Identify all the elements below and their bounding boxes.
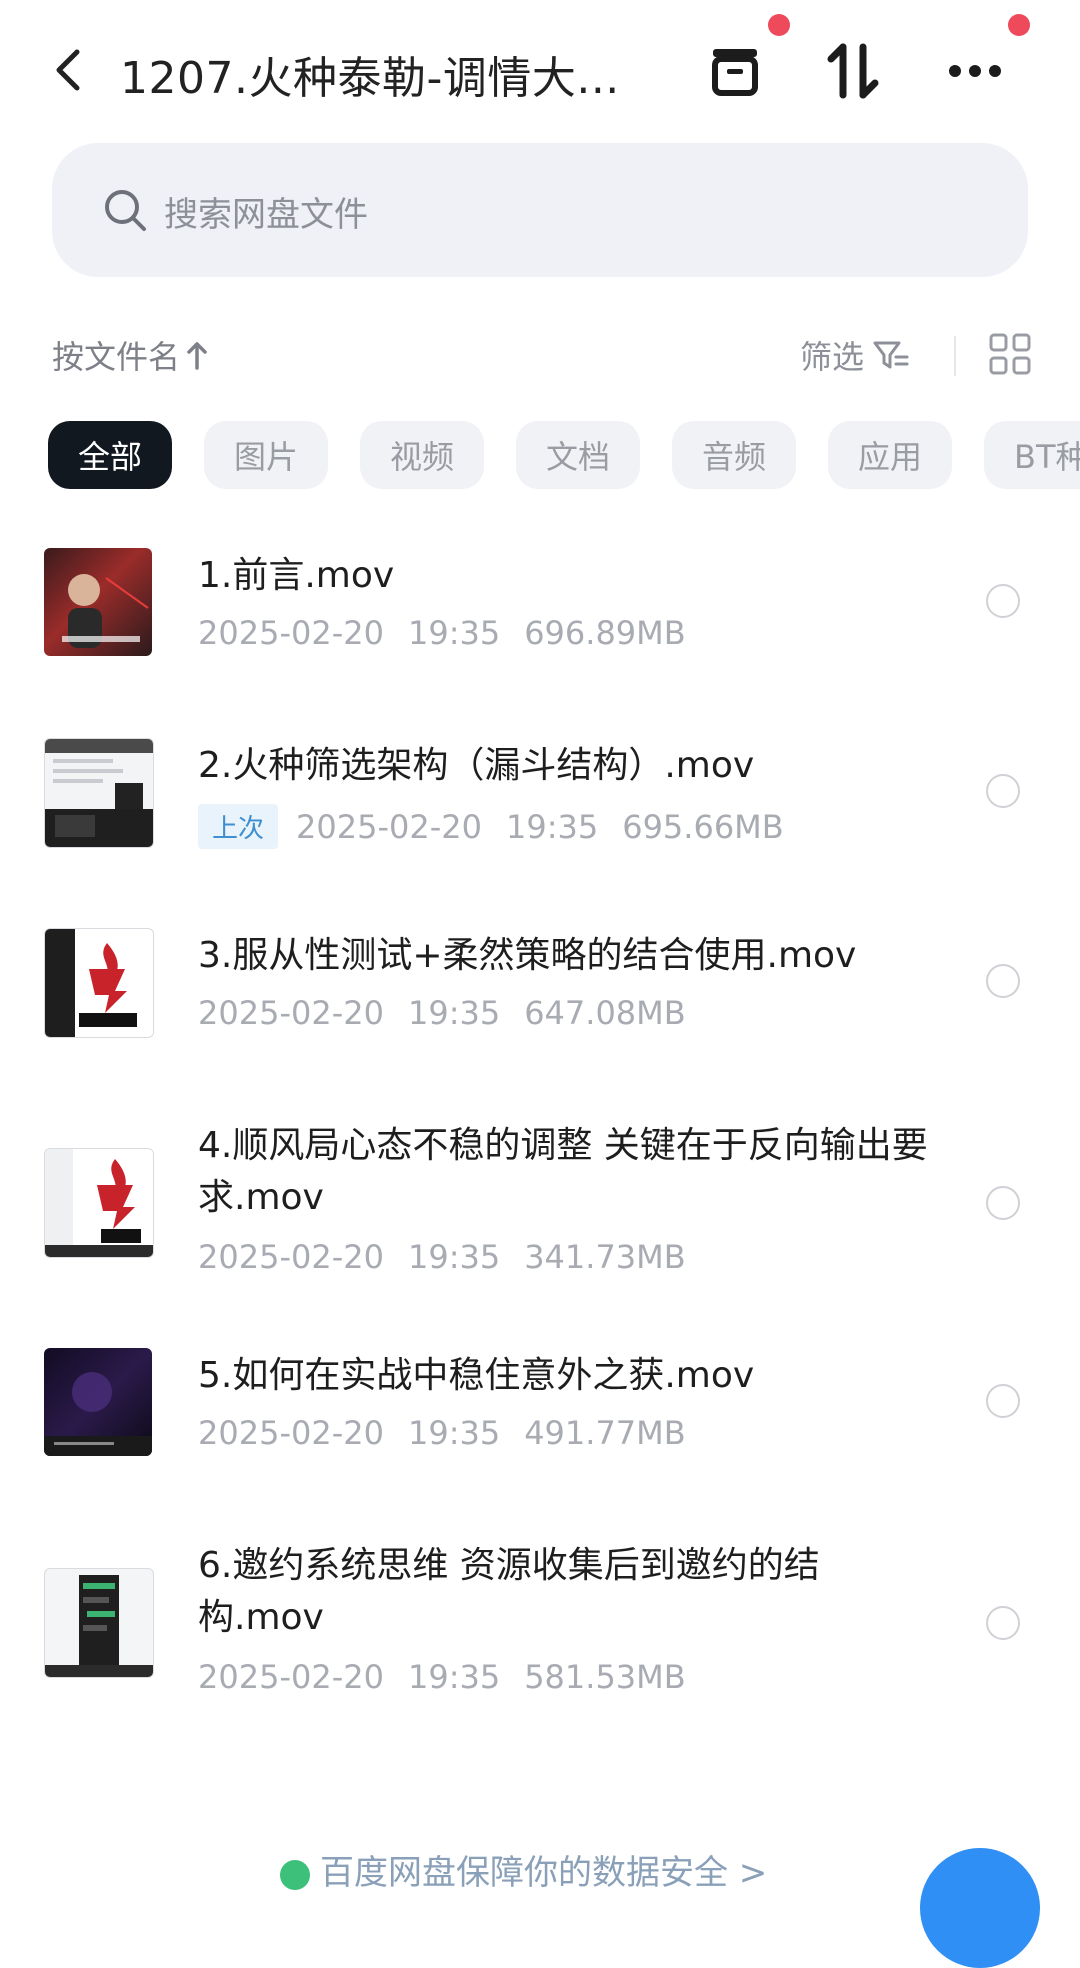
filter-icon bbox=[873, 341, 909, 369]
file-date: 2025-02-20 bbox=[198, 614, 384, 652]
security-banner-text: 百度网盘保障你的数据安全 > bbox=[320, 1853, 768, 1893]
tab-documents[interactable]: 文档 bbox=[516, 421, 640, 489]
video-thumbnail bbox=[44, 548, 152, 656]
file-name: 4.顺风局心态不稳的调整 关键在于反向输出要求.mov bbox=[198, 1125, 928, 1218]
filter-label: 筛选 bbox=[800, 338, 865, 376]
select-radio[interactable] bbox=[986, 584, 1020, 618]
file-name: 6.邀约系统思维 资源收集后到邀约的结构.mov bbox=[198, 1545, 820, 1638]
upload-fab-button[interactable] bbox=[920, 1848, 1040, 1968]
file-size: 695.66MB bbox=[622, 807, 784, 846]
file-meta: 2025-02-20 19:35 647.08MB bbox=[198, 994, 686, 1032]
more-notification-dot bbox=[1008, 14, 1030, 36]
video-thumbnail bbox=[44, 1148, 154, 1258]
security-banner[interactable]: 百度网盘保障你的数据安全 > bbox=[280, 1845, 767, 1894]
search-input[interactable]: 搜索网盘文件 bbox=[52, 143, 1028, 277]
file-size: 696.89MB bbox=[524, 614, 686, 652]
video-thumbnail bbox=[44, 1568, 154, 1678]
tab-all[interactable]: 全部 bbox=[48, 421, 172, 489]
file-date: 2025-02-20 bbox=[198, 1238, 384, 1276]
page-title: 1207.火种泰勒-调情大... bbox=[120, 53, 620, 104]
archive-notification-dot bbox=[768, 14, 790, 36]
file-time: 19:35 bbox=[407, 614, 501, 652]
chevron-left-icon bbox=[56, 49, 80, 91]
file-time: 19:35 bbox=[407, 1414, 501, 1452]
select-radio[interactable] bbox=[986, 1384, 1020, 1418]
file-time: 19:35 bbox=[505, 807, 599, 846]
file-meta: 2025-02-20 19:35 491.77MB bbox=[198, 1414, 686, 1452]
file-date: 2025-02-20 bbox=[296, 807, 482, 846]
more-dots-icon bbox=[949, 65, 1001, 77]
sort-swap-button[interactable] bbox=[818, 36, 888, 106]
tab-images[interactable]: 图片 bbox=[204, 421, 328, 489]
file-name: 5.如何在实战中稳住意外之获.mov bbox=[198, 1355, 755, 1396]
last-viewed-badge: 上次 bbox=[198, 804, 279, 849]
tab-bt[interactable]: BT种 bbox=[984, 421, 1080, 489]
file-size: 491.77MB bbox=[524, 1414, 686, 1452]
file-row[interactable]: 4.顺风局心态不稳的调整 关键在于反向输出要求.mov 2025-02-20 1… bbox=[0, 1120, 1080, 1280]
file-time: 19:35 bbox=[407, 994, 501, 1032]
file-meta: 2025-02-20 19:35 341.73MB bbox=[198, 1238, 686, 1276]
file-date: 2025-02-20 bbox=[198, 1658, 384, 1696]
video-thumbnail bbox=[44, 928, 154, 1038]
select-radio[interactable] bbox=[986, 1606, 1020, 1640]
file-row[interactable]: 1.前言.mov 2025-02-20 19:35 696.89MB bbox=[0, 540, 1080, 680]
file-size: 341.73MB bbox=[524, 1238, 686, 1276]
tab-apps[interactable]: 应用 bbox=[828, 421, 952, 489]
video-thumbnail bbox=[44, 1348, 152, 1456]
file-row[interactable]: 6.邀约系统思维 资源收集后到邀约的结构.mov 2025-02-20 19:3… bbox=[0, 1540, 1080, 1700]
video-thumbnail bbox=[44, 738, 154, 848]
divider bbox=[954, 336, 956, 376]
file-time: 19:35 bbox=[407, 1658, 501, 1696]
file-size: 647.08MB bbox=[524, 994, 686, 1032]
sort-by-name-button[interactable]: 按文件名 bbox=[52, 332, 208, 378]
file-time: 19:35 bbox=[407, 1238, 501, 1276]
archive-button[interactable] bbox=[700, 36, 770, 106]
file-name: 1.前言.mov bbox=[198, 555, 395, 596]
search-placeholder: 搜索网盘文件 bbox=[164, 195, 368, 235]
file-name: 3.服从性测试+柔然策略的结合使用.mov bbox=[198, 935, 857, 976]
tab-videos[interactable]: 视频 bbox=[360, 421, 484, 489]
file-meta: 2025-02-20 19:35 581.53MB bbox=[198, 1658, 686, 1696]
tab-audio[interactable]: 音频 bbox=[672, 421, 796, 489]
archive-icon bbox=[712, 49, 758, 96]
select-radio[interactable] bbox=[986, 1186, 1020, 1220]
file-row[interactable]: 5.如何在实战中稳住意外之获.mov 2025-02-20 19:35 491.… bbox=[0, 1340, 1080, 1480]
file-name: 2.火种筛选架构（漏斗结构）.mov bbox=[198, 745, 755, 786]
swap-vertical-icon bbox=[827, 43, 879, 99]
more-button[interactable] bbox=[940, 36, 1010, 106]
sort-label: 按文件名 bbox=[52, 338, 181, 376]
select-radio[interactable] bbox=[986, 774, 1020, 808]
back-button[interactable] bbox=[40, 40, 96, 100]
file-row[interactable]: 2.火种筛选架构（漏斗结构）.mov 上次 2025-02-20 19:35 6… bbox=[0, 730, 1080, 870]
grid-view-icon[interactable] bbox=[988, 332, 1032, 376]
file-date: 2025-02-20 bbox=[198, 994, 384, 1032]
filter-button[interactable]: 筛选 bbox=[800, 332, 910, 378]
file-meta: 2025-02-20 19:35 696.89MB bbox=[198, 614, 686, 652]
category-tabs: 全部 图片 视频 文档 音频 应用 BT种 bbox=[48, 421, 1080, 489]
file-date: 2025-02-20 bbox=[198, 1414, 384, 1452]
top-bar: 1207.火种泰勒-调情大... bbox=[0, 0, 1080, 140]
file-meta: 上次 2025-02-20 19:35 695.66MB bbox=[198, 804, 784, 849]
arrow-up-icon bbox=[187, 342, 207, 370]
select-radio[interactable] bbox=[986, 964, 1020, 998]
file-size: 581.53MB bbox=[524, 1658, 686, 1696]
search-icon bbox=[105, 190, 146, 231]
shield-icon bbox=[280, 1859, 310, 1890]
file-row[interactable]: 3.服从性测试+柔然策略的结合使用.mov 2025-02-20 19:35 6… bbox=[0, 920, 1080, 1060]
